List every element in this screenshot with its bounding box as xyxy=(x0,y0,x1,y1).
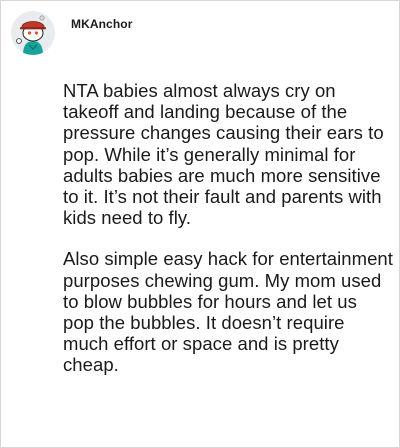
comment-body: NTA babies almost always cry on takeoff … xyxy=(63,80,393,396)
comment-card: MKAnchor NTA babies almost always cry on… xyxy=(0,0,400,448)
user-avatar[interactable] xyxy=(11,11,55,55)
comment-header: MKAnchor xyxy=(11,11,132,55)
comment-paragraph-2: Also simple easy hack for entertainment … xyxy=(63,248,393,376)
snoo-avatar-icon xyxy=(11,11,55,55)
comment-username[interactable]: MKAnchor xyxy=(71,17,132,31)
comment-paragraph-1: NTA babies almost always cry on takeoff … xyxy=(63,80,384,229)
